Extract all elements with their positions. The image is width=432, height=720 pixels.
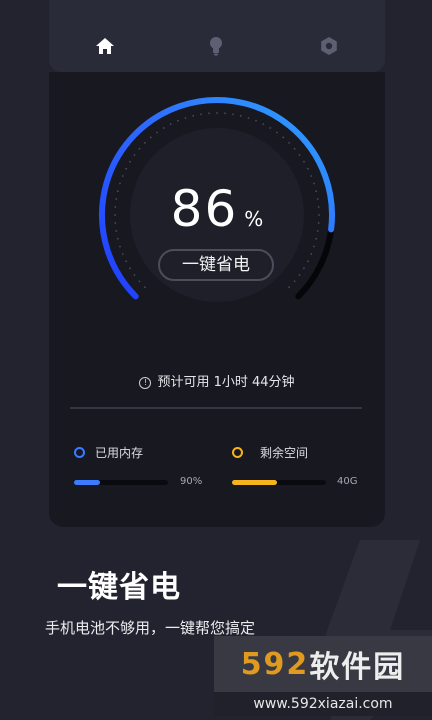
battery-card: 86% 一键省电 ! 预计可用 1小时 44分钟 已用内存 90% 剩余空间 40… [49, 72, 385, 527]
gauge-tick [116, 237, 119, 240]
memory-bar-fill [74, 480, 101, 485]
gauge-tick [247, 117, 250, 119]
gauge-tick [288, 141, 291, 144]
battery-percentage: 86% [49, 180, 385, 238]
nav-home[interactable] [93, 34, 117, 58]
storage-dot-icon [232, 447, 243, 458]
one-click-save-button[interactable]: 一键省电 [158, 249, 274, 281]
gauge-tick [121, 253, 124, 255]
gauge-tick [303, 267, 305, 270]
watermark-logo: 592 软件园 [214, 636, 432, 692]
nav-settings[interactable] [317, 34, 341, 58]
gauge-tick [293, 280, 296, 283]
battery-level-unit: % [244, 207, 264, 231]
gauge-tick [282, 136, 285, 139]
memory-dot-icon [74, 447, 85, 458]
gauge-tick [232, 113, 234, 116]
gauge-tick [262, 123, 265, 126]
storage-value: 40G [337, 476, 358, 487]
gauge-tick [138, 147, 141, 150]
gauge-tick [129, 160, 131, 163]
promo-subline: 手机电池不够用，一键帮您搞定 [45, 619, 256, 637]
gauge-tick [293, 147, 296, 150]
memory-value: 90% [180, 476, 203, 487]
storage-bar-fill [232, 480, 278, 485]
gauge-tick [303, 160, 305, 163]
promo-headline: 一键省电 [57, 570, 181, 605]
watermark-logo-digits: 592 [240, 646, 310, 682]
gauge-tick [306, 167, 309, 170]
gauge-tick [133, 154, 136, 156]
remaining-time: ! 预计可用 1小时 44分钟 [49, 371, 385, 390]
gauge-tick [269, 127, 272, 129]
gauge-tick [200, 113, 202, 116]
divider [70, 407, 362, 409]
gauge-tick [162, 127, 165, 129]
home-icon [96, 38, 114, 54]
gauge-tick [298, 274, 301, 276]
gauge-tick [119, 245, 121, 248]
gauge-tick [255, 119, 257, 122]
gauge-tick [129, 267, 131, 270]
gauge-tick [306, 260, 309, 263]
battery-level-value: 86 [170, 180, 239, 238]
gauge-tick [169, 123, 172, 126]
gauge-tick [224, 112, 226, 115]
gauge-tick [121, 175, 124, 177]
gauge-tick [143, 286, 146, 289]
gauge-tick [239, 114, 242, 117]
gauge-tick [310, 175, 313, 177]
watermark-url: www.592xiazai.com [214, 692, 432, 716]
gauge-tick [315, 237, 318, 240]
memory-bar [74, 480, 168, 485]
gauge-tick [143, 141, 146, 144]
gauge-tick [208, 112, 210, 115]
gauge-tick [298, 154, 301, 156]
gauge-tick [288, 286, 291, 289]
gauge-tick [138, 280, 141, 283]
gauge-tick [133, 274, 136, 276]
memory-label: 已用内存 [95, 446, 144, 460]
gauge-tick [310, 253, 313, 255]
top-nav [49, 0, 385, 72]
gauge-tick [177, 119, 179, 122]
gauge-tick [192, 114, 195, 117]
remaining-time-text: 预计可用 1小时 44分钟 [157, 375, 295, 390]
info-icon: ! [139, 377, 152, 389]
storage-bar [232, 480, 326, 485]
gauge-track [295, 226, 335, 300]
gauge-tick [184, 117, 187, 119]
gauge-tick [125, 260, 128, 263]
gauge-tick [313, 245, 315, 248]
storage-label: 剩余空间 [260, 446, 309, 460]
watermark-logo-text: 软件园 [309, 650, 406, 685]
bulb-icon [210, 37, 222, 56]
gauge-tick [216, 112, 218, 114]
gear-icon [321, 37, 337, 55]
gauge-tick [156, 131, 158, 134]
gauge-tick [149, 136, 152, 139]
nav-tips[interactable] [204, 34, 228, 58]
gauge-tick [276, 131, 278, 134]
gauge-tick [125, 167, 128, 170]
